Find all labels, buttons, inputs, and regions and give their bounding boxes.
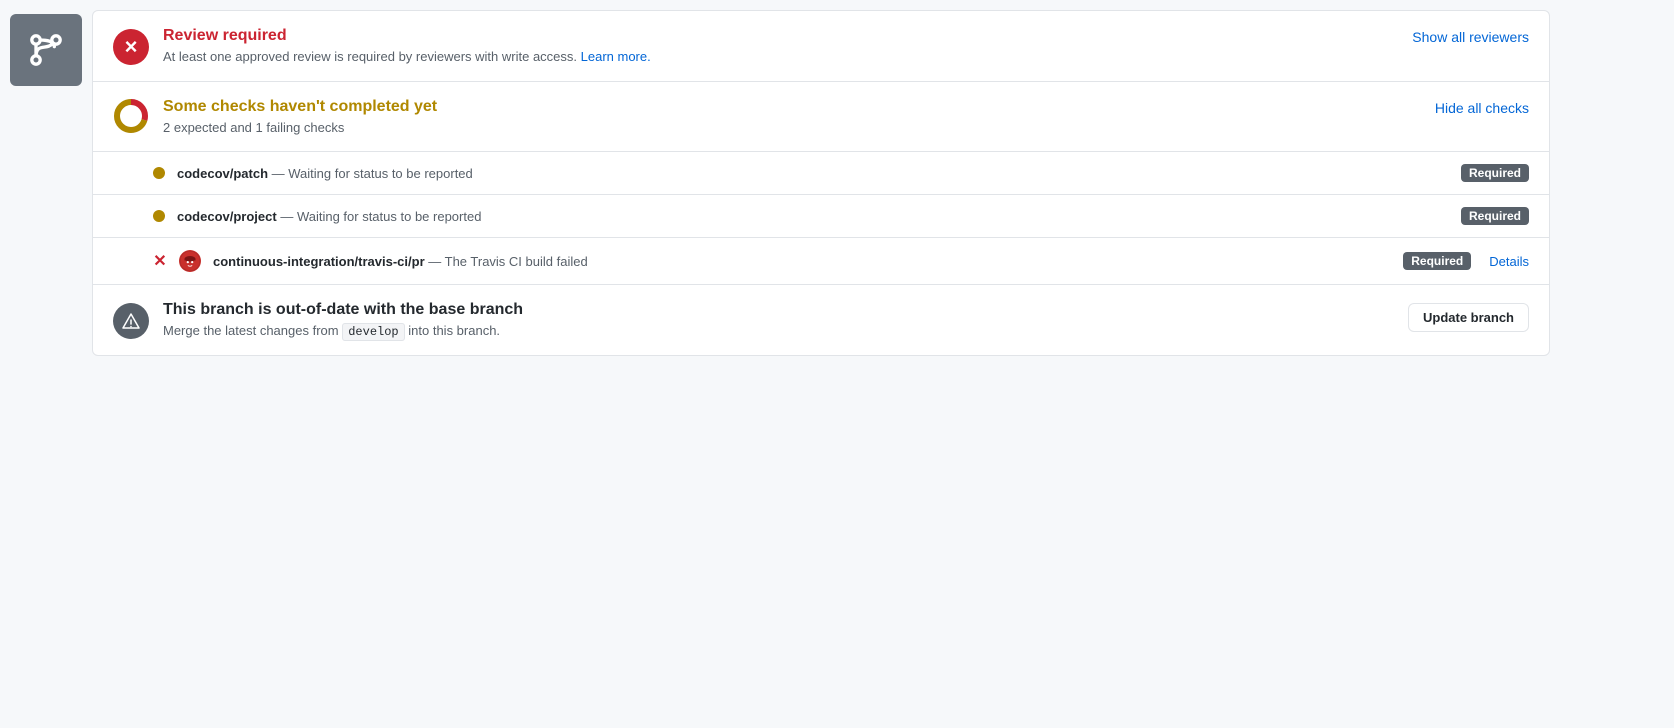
git-merge-icon <box>10 14 82 86</box>
travis-details-link[interactable]: Details <box>1489 254 1529 269</box>
app-container: Review required At least one approved re… <box>10 10 1550 356</box>
checks-donut-icon <box>113 98 149 134</box>
hide-all-checks-button[interactable]: Hide all checks <box>1435 100 1529 116</box>
check-text-codecov-project: codecov/project — Waiting for status to … <box>177 209 1449 224</box>
hide-all-checks-action: Hide all checks <box>1435 100 1529 116</box>
update-branch-action: Update branch <box>1408 303 1529 332</box>
checks-content: Some checks haven't completed yet 2 expe… <box>163 98 1529 135</box>
warning-icon <box>113 303 149 339</box>
update-branch-button[interactable]: Update branch <box>1408 303 1529 332</box>
check-pending-dot <box>153 167 165 179</box>
required-badge-travis: Required <box>1403 252 1471 270</box>
required-badge-project: Required <box>1461 207 1529 225</box>
checks-section: Some checks haven't completed yet 2 expe… <box>93 82 1549 152</box>
show-all-reviewers-action: Show all reviewers <box>1412 29 1529 45</box>
check-text-travis: continuous-integration/travis-ci/pr — Th… <box>213 254 1391 269</box>
check-text-codecov-patch: codecov/patch — Waiting for status to be… <box>177 166 1449 181</box>
branch-name-code: develop <box>342 323 404 341</box>
checks-title: Some checks haven't completed yet <box>163 98 1529 116</box>
review-required-section: Review required At least one approved re… <box>93 11 1549 82</box>
required-badge-patch: Required <box>1461 164 1529 182</box>
learn-more-link[interactable]: Learn more. <box>581 49 651 64</box>
check-pending-dot-project <box>153 210 165 222</box>
review-required-content: Review required At least one approved re… <box>163 27 1529 64</box>
review-required-icon <box>113 29 149 65</box>
check-failed-x: ✕ <box>153 254 167 268</box>
review-required-title: Review required <box>163 27 1529 45</box>
out-of-date-content: This branch is out-of-date with the base… <box>163 301 1529 339</box>
travis-ci-icon <box>179 250 201 272</box>
out-of-date-section: This branch is out-of-date with the base… <box>93 285 1549 355</box>
check-row-travis: ✕ continuous-integration/travis-ci/pr — … <box>93 238 1549 285</box>
check-row-codecov-project: codecov/project — Waiting for status to … <box>93 195 1549 238</box>
checks-description: 2 expected and 1 failing checks <box>163 120 1529 135</box>
out-of-date-title: This branch is out-of-date with the base… <box>163 301 1529 319</box>
check-row-codecov-patch: codecov/patch — Waiting for status to be… <box>93 152 1549 195</box>
out-of-date-description: Merge the latest changes from develop in… <box>163 323 1529 339</box>
show-all-reviewers-button[interactable]: Show all reviewers <box>1412 29 1529 45</box>
review-required-description: At least one approved review is required… <box>163 49 1529 64</box>
main-panel: Review required At least one approved re… <box>92 10 1550 356</box>
